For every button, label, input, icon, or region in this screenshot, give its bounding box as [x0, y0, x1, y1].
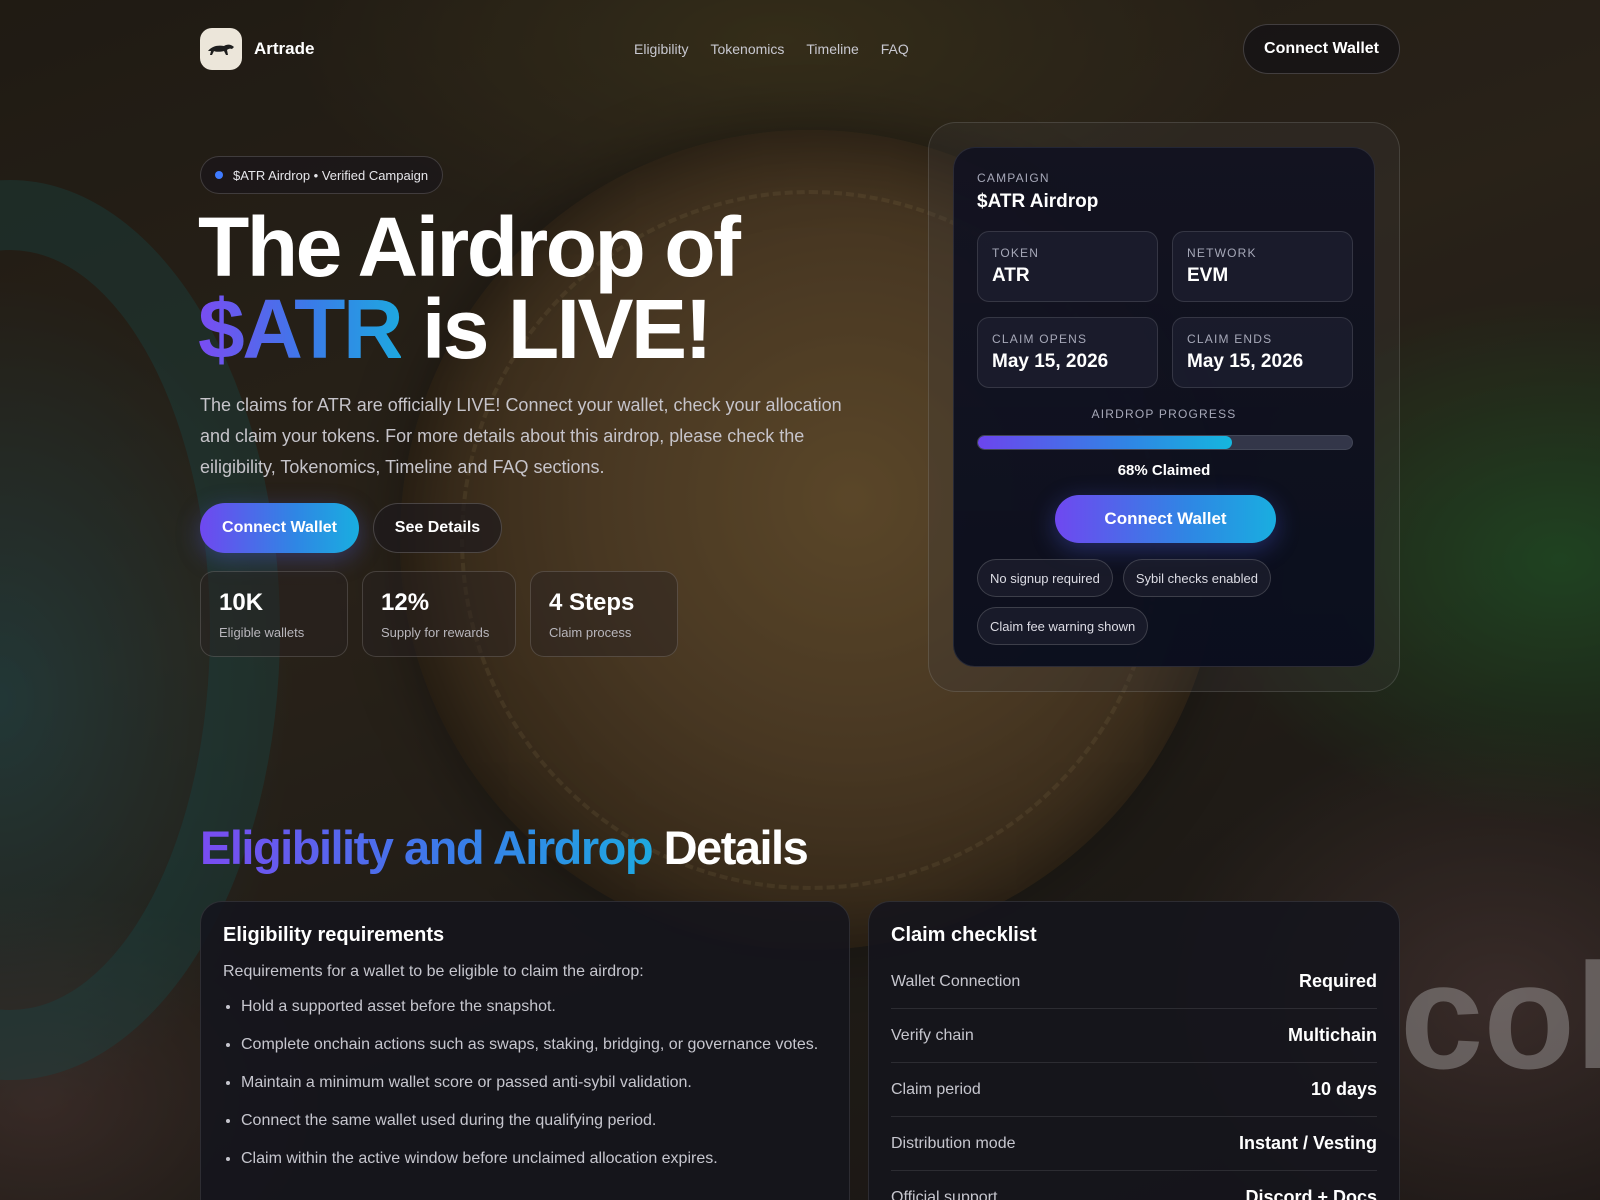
- checklist-row: Official support Discord + Docs: [891, 1171, 1377, 1200]
- network-label: NETWORK: [1187, 246, 1257, 260]
- checklist-key: Claim period: [891, 1080, 981, 1098]
- checklist-row: Distribution mode Instant / Vesting: [891, 1117, 1377, 1171]
- checklist-row: Claim period 10 days: [891, 1063, 1377, 1117]
- see-details-button[interactable]: See Details: [373, 503, 502, 553]
- details-section-title: Eligibility and Airdrop Details: [200, 820, 809, 875]
- hero-stats: 10K Eligible wallets 12% Supply for rewa…: [200, 571, 678, 657]
- hero-connect-wallet-button[interactable]: Connect Wallet: [200, 503, 359, 553]
- checklist-row: Wallet Connection Required: [891, 955, 1377, 1009]
- hero-title-highlight: $ATR: [198, 282, 404, 376]
- panther-icon: [208, 44, 234, 55]
- token-tile: TOKEN ATR: [977, 231, 1158, 302]
- stat-card-claim-process: 4 Steps Claim process: [530, 571, 678, 657]
- checklist-title: Claim checklist: [891, 924, 1037, 946]
- claim-checklist-panel: Claim checklist Wallet Connection Requir…: [868, 901, 1400, 1200]
- details-title-highlight: Eligibility and Airdrop: [200, 821, 654, 874]
- nav-timeline[interactable]: Timeline: [806, 41, 858, 57]
- campaign-badge: $ATR Airdrop • Verified Campaign: [200, 156, 444, 194]
- checklist-value: Instant / Vesting: [1238, 1133, 1377, 1153]
- card-connect-wallet-button[interactable]: Connect Wallet: [1055, 495, 1276, 543]
- status-dot-icon: [215, 171, 223, 179]
- eligibility-requirements-panel: Eligibility requirements Requirements fo…: [200, 901, 850, 1200]
- claim-ends-tile: CLAIM ENDS May 15, 2026: [1172, 317, 1353, 388]
- network-tile: NETWORK EVM: [1172, 231, 1353, 302]
- hero-title-rest: is LIVE!: [421, 282, 713, 376]
- chip-claim-fee-warning: Claim fee warning shown: [977, 607, 1149, 645]
- requirements-title: Eligibility requirements: [223, 924, 445, 946]
- stat-card-supply-rewards: 12% Supply for rewards: [362, 571, 516, 657]
- checklist-value: 10 days: [1310, 1079, 1377, 1099]
- campaign-title: $ATR Airdrop: [977, 191, 1099, 212]
- brand-name: Artrade: [254, 39, 315, 58]
- campaign-kicker: CAMPAIGN: [977, 171, 1050, 185]
- hero-title: The Airdrop of $ATR is LIVE!: [198, 205, 741, 371]
- checklist-rows: Wallet Connection Required Verify chain …: [891, 955, 1377, 1200]
- main-nav: Eligibility Tokenomics Timeline FAQ: [634, 41, 909, 57]
- list-item: Connect the same wallet used during the …: [241, 1107, 827, 1134]
- stat-label: Claim process: [549, 625, 632, 640]
- nav-tokenomics[interactable]: Tokenomics: [710, 41, 784, 57]
- claim-ends-value: May 15, 2026: [1187, 351, 1304, 372]
- progress-label: AIRDROP PROGRESS: [1091, 407, 1237, 421]
- claim-ends-label: CLAIM ENDS: [1187, 332, 1273, 346]
- hero-title-line1: The Airdrop of: [198, 200, 741, 294]
- checklist-value: Required: [1298, 971, 1377, 991]
- token-label: TOKEN: [992, 246, 1040, 260]
- checklist-value: Discord + Docs: [1245, 1187, 1377, 1200]
- token-value: ATR: [992, 265, 1030, 286]
- site-header: Artrade Eligibility Tokenomics Timeline …: [200, 24, 1400, 74]
- airdrop-progress-fill: [978, 436, 1233, 449]
- claim-opens-label: CLAIM OPENS: [992, 332, 1088, 346]
- checklist-key: Distribution mode: [891, 1134, 1016, 1152]
- details-title-rest: Details: [663, 821, 809, 874]
- checklist-row: Verify chain Multichain: [891, 1009, 1377, 1063]
- checklist-key: Official support: [891, 1188, 998, 1200]
- checklist-key: Verify chain: [891, 1026, 974, 1044]
- requirements-list: Hold a supported asset before the snapsh…: [223, 993, 827, 1172]
- stat-label: Supply for rewards: [381, 625, 490, 640]
- nav-faq[interactable]: FAQ: [881, 41, 909, 57]
- chip-sybil-checks: Sybil checks enabled: [1122, 559, 1271, 597]
- list-item: Hold a supported asset before the snapsh…: [241, 993, 827, 1020]
- checklist-key: Wallet Connection: [891, 972, 1021, 990]
- campaign-badge-text: $ATR Airdrop • Verified Campaign: [233, 167, 429, 183]
- network-value: EVM: [1187, 265, 1229, 286]
- airdrop-progress-bar: [977, 435, 1353, 450]
- stat-value: 12%: [381, 589, 430, 616]
- progress-text: 68% Claimed: [1117, 462, 1211, 479]
- checklist-value: Multichain: [1288, 1025, 1377, 1045]
- claim-opens-value: May 15, 2026: [992, 351, 1109, 372]
- campaign-card: CAMPAIGN $ATR Airdrop TOKEN ATR NETWORK …: [953, 147, 1375, 667]
- header-connect-wallet-button[interactable]: Connect Wallet: [1243, 24, 1400, 74]
- nav-eligibility[interactable]: Eligibility: [634, 41, 688, 57]
- stat-label: Eligible wallets: [219, 625, 305, 640]
- stat-value: 10K: [219, 589, 264, 616]
- hero-description: The claims for ATR are officially LIVE! …: [200, 395, 842, 477]
- list-item: Complete onchain actions such as swaps, …: [241, 1031, 827, 1058]
- chip-no-signup: No signup required: [977, 559, 1113, 597]
- stat-card-eligible-wallets: 10K Eligible wallets: [200, 571, 348, 657]
- stat-value: 4 Steps: [549, 589, 635, 616]
- campaign-chips: No signup required Sybil checks enabled …: [977, 559, 1357, 645]
- list-item: Claim within the active window before un…: [241, 1145, 827, 1172]
- list-item: Maintain a minimum wallet score or passe…: [241, 1069, 827, 1096]
- claim-opens-tile: CLAIM OPENS May 15, 2026: [977, 317, 1158, 388]
- requirements-intro: Requirements for a wallet to be eligible…: [223, 963, 644, 980]
- brand-logo[interactable]: [200, 28, 242, 70]
